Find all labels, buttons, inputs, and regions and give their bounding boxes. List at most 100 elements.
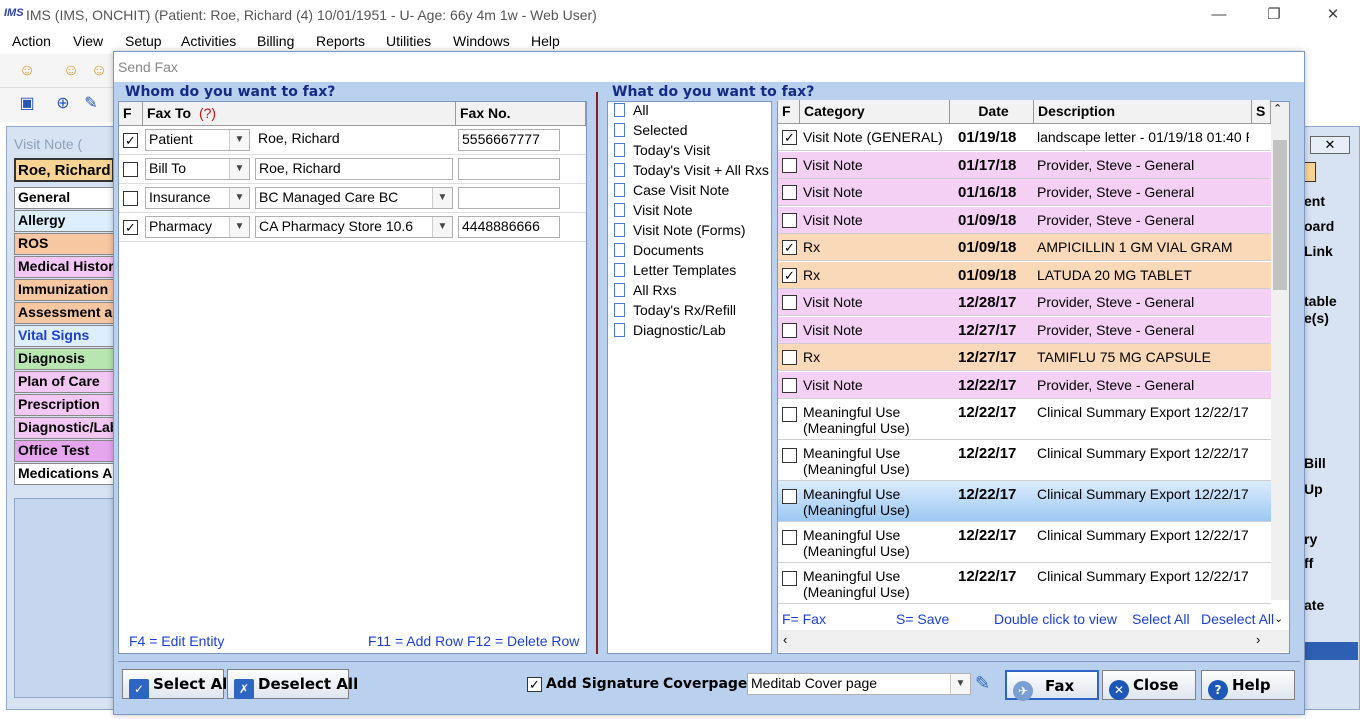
row-checkbox[interactable] bbox=[782, 377, 797, 393]
document-row[interactable]: Visit Note 12/27/17 Provider, Steve - Gene… bbox=[778, 316, 1271, 344]
nav-medications-administered[interactable]: Medications Administered bbox=[14, 463, 114, 485]
row-checkbox[interactable] bbox=[782, 571, 797, 586]
recipient-checkbox[interactable] bbox=[123, 191, 138, 206]
document-row[interactable]: Visit Note 01/16/18 Provider, Steve - Gene… bbox=[778, 179, 1271, 206]
recipient-checkbox[interactable] bbox=[123, 162, 138, 177]
nav-assessment-and-plan[interactable]: Assessment and Plan bbox=[14, 302, 114, 324]
row-checkbox[interactable] bbox=[782, 489, 797, 504]
open-folder-icon[interactable]: ▣ bbox=[16, 93, 38, 115]
menu-help[interactable]: Help bbox=[531, 33, 560, 49]
right-panel-label[interactable]: table bbox=[1304, 293, 1360, 309]
fax-to-type-select[interactable]: Pharmacy ▼ bbox=[145, 216, 250, 238]
nav-vital-signs[interactable]: Vital Signs bbox=[14, 325, 114, 347]
nav-allergy[interactable]: Allergy bbox=[14, 210, 114, 232]
fax-to-type-select[interactable]: Patient ▼ bbox=[145, 129, 250, 151]
right-panel-label[interactable]: ate bbox=[1304, 597, 1360, 613]
menu-action[interactable]: Action bbox=[12, 33, 51, 49]
row-checkbox[interactable]: ✓ bbox=[782, 130, 797, 145]
add-icon[interactable]: ⊕ bbox=[52, 93, 74, 115]
chevron-down-icon[interactable]: ▼ bbox=[432, 188, 452, 208]
right-panel-label[interactable]: Up bbox=[1304, 481, 1360, 497]
doc-type-letter-templates[interactable]: Letter Templates bbox=[614, 262, 736, 282]
menu-billing[interactable]: Billing bbox=[257, 33, 294, 49]
column-header-fax-no[interactable]: Fax No. bbox=[456, 102, 586, 126]
column-header-f[interactable]: F bbox=[119, 102, 143, 126]
items-header-category[interactable]: Category bbox=[800, 100, 950, 124]
document-row[interactable]: Rx 12/27/17 TAMIFLU 75 MG CAPSULE bbox=[778, 344, 1271, 371]
pane-divider[interactable] bbox=[596, 92, 598, 654]
help-button[interactable]: ? Help bbox=[1201, 670, 1295, 700]
column-header-fax-to[interactable]: Fax To (?) bbox=[143, 102, 456, 126]
chevron-down-icon[interactable]: ▼ bbox=[229, 217, 249, 237]
row-checkbox[interactable] bbox=[782, 295, 797, 310]
user-icon[interactable]: ☺ bbox=[16, 60, 38, 82]
doc-type-selected[interactable]: Selected bbox=[614, 122, 687, 142]
document-row[interactable]: ✓ Rx 01/09/18 AMPICILLIN 1 GM VIAL GRAM bbox=[778, 234, 1271, 261]
chevron-down-icon[interactable]: ▼ bbox=[229, 159, 249, 179]
nav-prescription[interactable]: Prescription bbox=[14, 394, 114, 416]
scroll-down-icon[interactable]: ⌄ bbox=[1274, 612, 1283, 625]
row-checkbox[interactable] bbox=[782, 407, 797, 422]
recipient-checkbox[interactable]: ✓ bbox=[123, 133, 138, 148]
deselect-all-button[interactable]: ✗ Deselect All bbox=[227, 669, 358, 699]
coverpage-select[interactable]: Meditab Cover page ▼ bbox=[747, 673, 971, 695]
row-checkbox[interactable]: ✓ bbox=[782, 240, 797, 255]
scroll-down-button[interactable] bbox=[1302, 642, 1358, 660]
panel-close-button[interactable]: ✕ bbox=[1310, 136, 1350, 154]
scroll-left-icon[interactable]: ‹ bbox=[783, 632, 787, 647]
help-hint[interactable]: (?) bbox=[199, 105, 216, 121]
row-checkbox[interactable]: ✓ bbox=[782, 267, 797, 283]
scroll-right-icon[interactable]: › bbox=[1256, 632, 1260, 647]
right-panel-label[interactable]: ff bbox=[1304, 555, 1360, 571]
menu-setup[interactable]: Setup bbox=[125, 33, 162, 49]
doc-type-visit-note-forms-[interactable]: Visit Note (Forms) bbox=[614, 222, 746, 242]
chevron-down-icon[interactable]: ▼ bbox=[950, 674, 970, 694]
nav-immunization[interactable]: Immunization bbox=[14, 279, 114, 301]
chevron-down-icon[interactable]: ▼ bbox=[229, 130, 249, 150]
entity-field[interactable]: Roe, Richard bbox=[255, 129, 453, 151]
scroll-up-icon[interactable]: ⌃ bbox=[1273, 102, 1282, 115]
fax-to-type-select[interactable]: Insurance ▼ bbox=[145, 187, 250, 209]
right-panel-label[interactable]: ent bbox=[1304, 193, 1360, 209]
items-header-s[interactable]: S bbox=[1252, 100, 1271, 124]
document-row[interactable]: Meaningful Use (Meaningful Use) 12/22/17 Cl… bbox=[778, 522, 1271, 563]
document-row[interactable]: ✓ Visit Note (GENERAL) 01/19/18 landscape l… bbox=[778, 124, 1271, 151]
row-checkbox[interactable] bbox=[782, 448, 797, 463]
document-row[interactable]: Meaningful Use (Meaningful Use) 12/22/17 Cl… bbox=[778, 481, 1271, 522]
items-header-date[interactable]: Date bbox=[950, 100, 1034, 124]
edit-icon[interactable]: ✎ bbox=[80, 93, 102, 115]
select-all-link[interactable]: Select All bbox=[1132, 611, 1190, 627]
fax-number-field[interactable] bbox=[458, 187, 560, 209]
nav-medical-history[interactable]: Medical History bbox=[14, 256, 114, 278]
doc-type-diagnostic-lab[interactable]: Diagnostic/Lab bbox=[614, 322, 726, 342]
menu-view[interactable]: View bbox=[73, 33, 103, 49]
items-header-f[interactable]: F bbox=[778, 100, 800, 124]
document-row[interactable]: Meaningful Use (Meaningful Use) 12/22/17 Cl… bbox=[778, 440, 1271, 481]
doc-type-case-visit-note[interactable]: Case Visit Note bbox=[614, 182, 729, 202]
select-all-button[interactable]: ✓ Select All bbox=[122, 669, 232, 699]
nav-plan-of-care[interactable]: Plan of Care bbox=[14, 371, 114, 393]
entity-field[interactable]: Roe, Richard bbox=[255, 158, 453, 180]
add-signature-checkbox[interactable]: ✓ bbox=[527, 677, 542, 692]
recipient-checkbox[interactable]: ✓ bbox=[123, 220, 138, 235]
edit-coverpage-icon[interactable]: ✎ bbox=[975, 673, 990, 694]
row-checkbox[interactable] bbox=[782, 185, 797, 200]
row-checkbox[interactable] bbox=[782, 350, 797, 365]
fax-button[interactable]: ✈ Fax bbox=[1005, 670, 1099, 701]
doc-type-today-s-visit-all-rxs[interactable]: Today's Visit + All Rxs bbox=[614, 162, 769, 182]
doc-type-visit-note[interactable]: Visit Note bbox=[614, 202, 693, 222]
fax-number-field[interactable] bbox=[458, 158, 560, 180]
document-row[interactable]: Visit Note 01/09/18 Provider, Steve - Gene… bbox=[778, 206, 1271, 234]
right-panel-label[interactable]: e(s) bbox=[1304, 310, 1360, 326]
fax-to-type-select[interactable]: Bill To ▼ bbox=[145, 158, 250, 180]
entity-select[interactable]: CA Pharmacy Store 10.6 ▼ bbox=[255, 216, 453, 238]
document-row[interactable]: Visit Note 01/17/18 Provider, Steve - Gene… bbox=[778, 151, 1271, 179]
document-row[interactable]: Visit Note 12/22/17 Provider, Steve - Gene… bbox=[778, 371, 1271, 399]
maximize-button[interactable]: ❐ bbox=[1251, 4, 1297, 26]
doc-type-today-s-rx-refill[interactable]: Today's Rx/Refill bbox=[614, 302, 736, 322]
right-panel-label[interactable]: oard bbox=[1304, 218, 1360, 234]
menu-reports[interactable]: Reports bbox=[316, 33, 365, 49]
horizontal-scrollbar[interactable] bbox=[778, 630, 1289, 652]
right-panel-label[interactable]: Bill bbox=[1304, 455, 1360, 471]
row-checkbox[interactable] bbox=[782, 212, 797, 228]
